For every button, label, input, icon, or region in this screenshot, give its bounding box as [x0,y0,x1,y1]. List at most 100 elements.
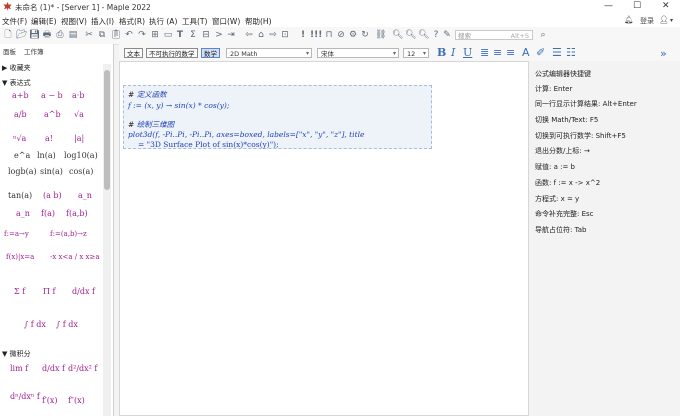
palette-symbol[interactable]: a+b [12,91,29,100]
help-icon[interactable]: ? [431,30,441,40]
plot-command-continuation[interactable]: = "3D Surface Plot of sin(x)*cos(y)"); [138,140,279,149]
palette-symbol[interactable]: e^a [14,151,30,160]
menu-file[interactable]: 文件(F) [2,16,27,27]
section-icon[interactable]: ⊟ [201,30,211,40]
login-link[interactable]: 登录 [640,16,654,26]
text-icon[interactable]: T [175,30,185,40]
forward-icon[interactable]: ⇨ [268,30,278,40]
redo-icon[interactable]: ↷ [137,30,147,40]
plot-command-line[interactable]: plot3d(f, -Pi..Pi, -Pi..Pi, axes=boxed, … [128,130,364,139]
palette-symbol[interactable]: f(a) [41,209,55,218]
tab-palettes[interactable]: 面板 [3,46,16,56]
worksheet-document[interactable]: # 定义函数 f := (x, y) → sin(x) * cos(y); # … [119,61,529,416]
palette-symbol[interactable]: f(a,b) [66,209,88,218]
palette-symbol[interactable]: d²/dx² f [68,364,97,373]
palette-symbol[interactable]: ∫ f dx [24,320,46,329]
palette-symbol[interactable]: ∫ f dx [56,320,78,329]
palette-symbol[interactable]: d/dx f [42,364,65,373]
palette-symbol[interactable]: logb(a) [8,167,37,176]
paste-icon[interactable]: 📋︎ [110,30,121,40]
palette-symbol[interactable]: a_n [78,191,92,200]
menu-execute[interactable]: 执行 (A) [149,16,177,27]
align-right-icon[interactable]: ≡ [506,47,515,58]
indent-icon[interactable]: ⇥ [226,30,236,40]
palette-symbol[interactable]: a − b [41,91,63,100]
function-definition-line[interactable]: f := (x, y) → sin(x) * cos(y); [128,101,229,110]
palette-symbol[interactable]: f″(x) [68,396,85,405]
font-select[interactable]: 宋体 ▾ [317,48,399,58]
home-icon[interactable]: ⌂ [256,30,266,40]
search-go-icon[interactable]: ⌕ [538,30,548,40]
settings-icon[interactable]: ⚙ [348,30,358,40]
minimize-icon[interactable]: — [604,1,613,11]
pencil-icon[interactable]: ✎ [442,30,452,40]
save-icon[interactable]: 💾︎ [29,30,40,40]
palette-section-favorites[interactable]: ▶ 收藏夹 [2,63,31,73]
collapse-panel-icon[interactable]: » [660,47,667,60]
font-size-select[interactable]: 12 ▾ [403,48,429,58]
back-icon[interactable]: ⇦ [244,30,254,40]
palette-symbol[interactable]: (a b) [43,191,62,200]
menu-tools[interactable]: 工具(T) [182,16,207,27]
palette-symbol[interactable]: a·b [72,91,84,100]
palette-symbol[interactable]: d/dx f [72,287,95,296]
palette-symbol[interactable]: ⁿ√a [13,134,26,143]
palette-symbol[interactable]: √a [74,110,84,119]
palette-symbol[interactable]: dⁿ/dxⁿ f [10,392,40,401]
nonexecutable-math-button[interactable]: 不可执行的数学 [146,48,198,58]
palette-section-expression[interactable]: ▼ 表达式 [2,78,31,88]
align-center-icon[interactable]: ≡ [493,47,502,58]
debug-icon[interactable]: ⊓ [324,30,334,40]
bullet-list-icon[interactable]: ☰ [552,47,562,58]
math-mode-button[interactable]: 数学 [201,48,220,58]
user-icon[interactable]: 👤︎ [659,15,669,24]
stop-icon[interactable]: ⊘ [336,30,346,40]
palette-symbol[interactable]: Σ f [14,287,25,296]
palette-symbol[interactable]: |a| [74,134,84,143]
layout-icon[interactable]: ▤ [68,30,78,40]
palette-symbol[interactable]: tan(a) [8,191,32,200]
palette-symbol[interactable]: a_n [16,209,30,218]
menu-insert[interactable]: 插入(I) [91,16,114,27]
user-dropdown-icon[interactable]: ▾ [670,17,673,24]
text-mode-button[interactable]: 文本 [124,48,143,58]
menu-format[interactable]: 格式(R) [119,16,145,27]
region-icon[interactable]: ▭ [163,30,173,40]
menu-edit[interactable]: 编辑(E) [31,16,57,27]
palette-symbol[interactable]: a/b [14,110,27,119]
zoom-200-icon[interactable]: 🔍︎ [418,30,429,40]
execution-group[interactable]: # 定义函数 f := (x, y) → sin(x) * cos(y); # … [123,85,432,149]
execute-icon[interactable]: ! [298,30,308,40]
zoom-150-icon[interactable]: 🔍︎ [405,30,416,40]
palette-symbol[interactable]: f:=(a,b)→z [50,230,87,238]
menu-window[interactable]: 窗口(W) [212,16,240,27]
insert-table-icon[interactable]: ⊞ [150,30,160,40]
palette-symbol[interactable]: -x x<a / x x≥a [50,253,100,261]
bold-button[interactable]: B [437,47,446,58]
new-document-icon[interactable]: 🗋︎ [3,30,13,40]
palette-symbol[interactable]: f:=a→y [4,230,29,238]
palette-symbol[interactable]: a^b [44,110,61,119]
menu-help[interactable]: 帮助(H) [245,16,272,27]
cut-icon[interactable]: ✂ [84,30,94,40]
print-preview-icon[interactable]: ⎙ [55,30,65,40]
palette-symbol[interactable]: log10(a) [64,151,98,160]
style-select[interactable]: 2D Math ▾ [226,48,312,58]
italic-button[interactable]: I [451,47,455,58]
execute-all-icon[interactable]: !!! [310,30,322,40]
tab-workbook[interactable]: 工作簿 [24,46,44,56]
palette-scrollbar-thumb[interactable] [104,70,110,190]
maximize-icon[interactable]: ☐ [633,1,641,11]
palette-symbol[interactable]: cos(a) [69,167,93,176]
prompt-icon[interactable]: > [214,30,224,40]
palette-symbol[interactable]: f(x)|x=a [6,253,34,261]
zoom-100-icon[interactable]: 🔍︎ [392,30,403,40]
palette-section-calculus[interactable]: ▼ 微积分 [2,349,31,359]
palette-symbol[interactable]: ln(a) [37,151,56,160]
restart-icon[interactable]: ↻ [360,30,370,40]
palette-symbol[interactable]: Π f [43,287,55,296]
search-input[interactable]: 搜索 Alt+S [455,30,533,40]
palette-symbol[interactable]: f′(x) [42,396,58,405]
palette-symbol[interactable]: lim f [10,364,28,373]
undo-icon[interactable]: ↶ [124,30,134,40]
